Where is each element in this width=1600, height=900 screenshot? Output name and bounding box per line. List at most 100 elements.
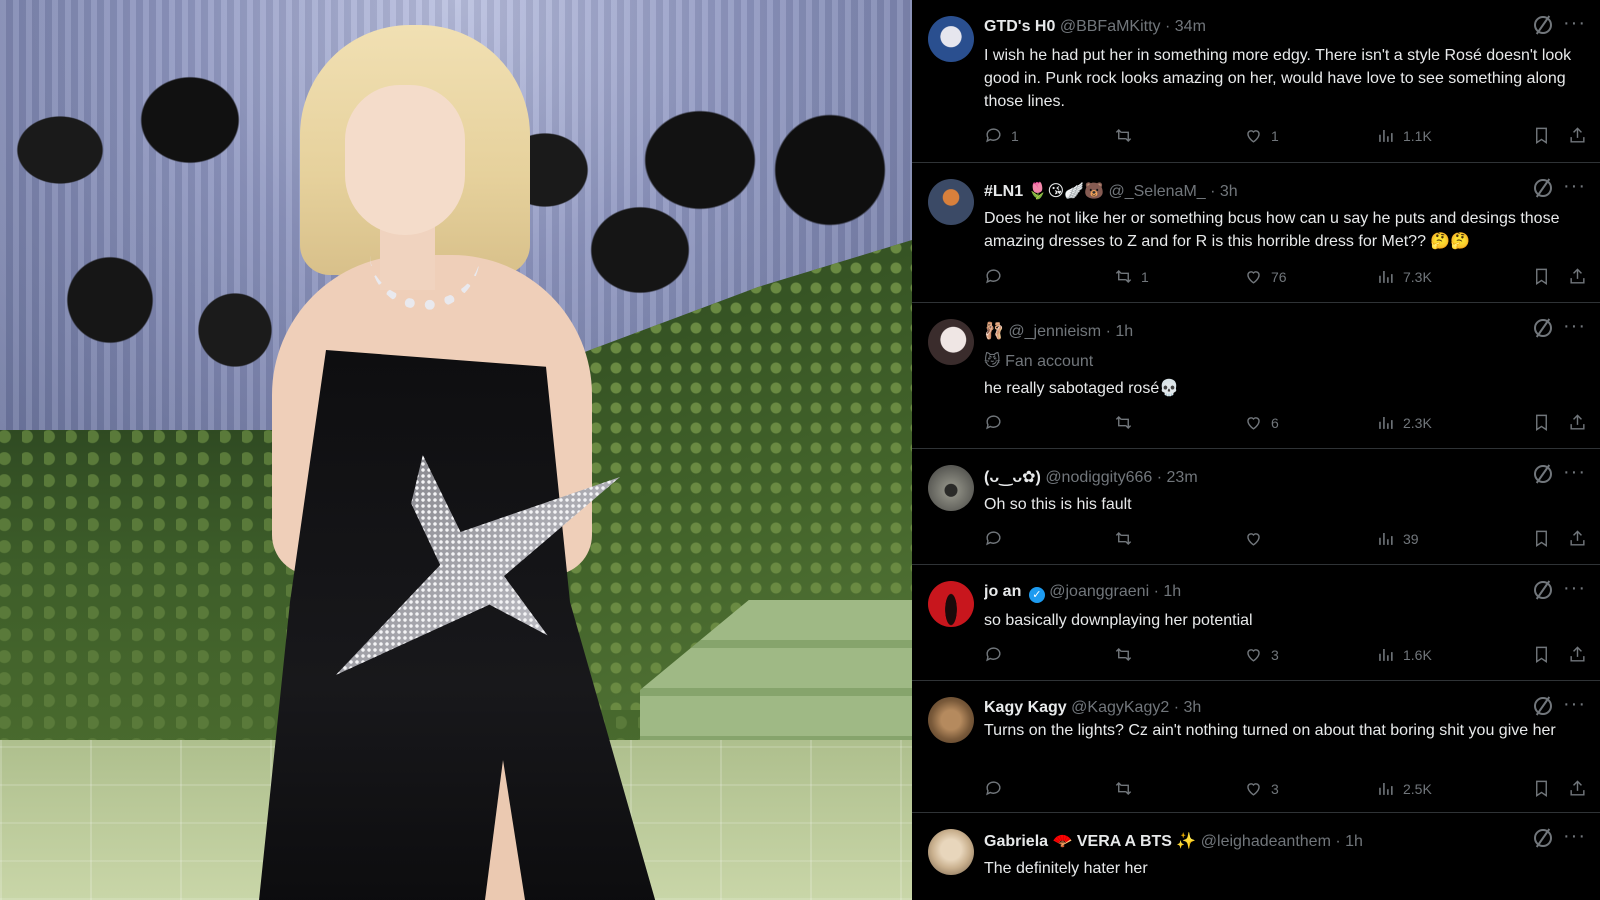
reply-button[interactable]: 1 <box>984 126 1019 145</box>
more-icon[interactable]: ··· <box>1563 175 1586 198</box>
like-button[interactable] <box>1244 529 1271 548</box>
verified-badge-icon: ✓ <box>1028 587 1045 603</box>
reply-icon <box>986 269 1001 284</box>
heart-icon <box>1247 533 1260 546</box>
like-button[interactable]: 3 <box>1244 645 1279 664</box>
views-button[interactable]: 1.6K <box>1376 645 1432 664</box>
timestamp[interactable]: 3h <box>1183 699 1201 716</box>
grok-icon[interactable] <box>1534 465 1552 483</box>
display-name[interactable]: 🩰 <box>984 323 1004 340</box>
views-icon <box>1379 648 1393 661</box>
like-count: 3 <box>1271 780 1279 797</box>
more-icon[interactable]: ··· <box>1563 825 1586 848</box>
views-button[interactable]: 1.1K <box>1376 126 1432 145</box>
handle[interactable]: @leighadeanthem <box>1201 833 1331 850</box>
reply-tweet[interactable]: Gabriela 🪭 VERA A BTS ✨ @leighadeanthem … <box>912 812 1600 900</box>
heart-icon <box>1247 649 1260 662</box>
more-icon[interactable]: ··· <box>1563 577 1586 600</box>
bookmark-button[interactable] <box>1532 645 1551 664</box>
avatar[interactable] <box>928 697 974 743</box>
reply-tweet[interactable]: 🩰 @_jennieism · 1h ··· 😼 Fan account he … <box>912 302 1600 448</box>
like-button[interactable]: 1 <box>1244 126 1279 145</box>
share-button[interactable] <box>1568 645 1587 664</box>
bookmark-button[interactable] <box>1532 779 1551 798</box>
avatar[interactable] <box>928 16 974 62</box>
handle[interactable]: @_SelenaM_ <box>1108 183 1205 200</box>
reply-tweet[interactable]: (ᴗ‿ᴗ✿) @nodiggity666 · 23m ··· Oh so thi… <box>912 448 1600 564</box>
reply-tweet[interactable]: GTD's H0 @BBFaMKitty · 34m ··· I wish he… <box>912 0 1600 162</box>
avatar[interactable] <box>928 465 974 511</box>
bookmark-button[interactable] <box>1532 126 1551 145</box>
more-icon[interactable]: ··· <box>1563 461 1586 484</box>
reply-tweet[interactable]: #LN1 🌷😘🪽🐻 @_SelenaM_ · 3h ··· Does he no… <box>912 162 1600 302</box>
tweet-header: jo an ✓ @joanggraeni · 1h <box>984 583 1540 605</box>
share-button[interactable] <box>1568 413 1587 432</box>
more-icon[interactable]: ··· <box>1563 315 1586 338</box>
share-button[interactable] <box>1568 267 1587 286</box>
grok-icon[interactable] <box>1534 581 1552 599</box>
reply-button[interactable] <box>984 779 1011 798</box>
handle[interactable]: @nodiggity666 <box>1045 469 1152 486</box>
more-icon[interactable]: ··· <box>1563 693 1586 716</box>
handle[interactable]: @_jennieism <box>1008 323 1101 340</box>
grok-icon[interactable] <box>1534 697 1552 715</box>
handle[interactable]: @BBFaMKitty <box>1060 18 1161 35</box>
display-name[interactable]: Gabriela 🪭 VERA A BTS ✨ <box>984 833 1196 850</box>
grok-icon[interactable] <box>1534 16 1552 34</box>
display-name[interactable]: GTD's H0 <box>984 18 1055 35</box>
repost-count: 1 <box>1141 268 1149 285</box>
reply-button[interactable] <box>984 529 1011 548</box>
repost-button[interactable]: 1 <box>1114 267 1149 286</box>
handle[interactable]: @joanggraeni <box>1049 583 1149 600</box>
avatar[interactable] <box>928 829 974 875</box>
like-button[interactable]: 6 <box>1244 413 1279 432</box>
timestamp[interactable]: 1h <box>1345 833 1363 850</box>
grok-icon[interactable] <box>1534 829 1552 847</box>
grok-icon[interactable] <box>1534 319 1552 337</box>
avatar[interactable] <box>928 581 974 627</box>
bookmark-button[interactable] <box>1532 267 1551 286</box>
figure-face <box>345 85 465 235</box>
timestamp[interactable]: 1h <box>1163 583 1181 600</box>
display-name[interactable]: #LN1 <box>984 183 1023 200</box>
repost-button[interactable] <box>1114 645 1141 664</box>
reply-button[interactable] <box>984 645 1011 664</box>
avatar[interactable] <box>928 179 974 225</box>
like-button[interactable]: 3 <box>1244 779 1279 798</box>
repost-button[interactable] <box>1114 779 1141 798</box>
display-name[interactable]: jo an <box>984 583 1021 600</box>
repost-button[interactable] <box>1114 413 1141 432</box>
timestamp[interactable]: 3h <box>1220 183 1238 200</box>
timestamp[interactable]: 34m <box>1175 18 1206 35</box>
separator-dot: · <box>1153 583 1159 600</box>
share-button[interactable] <box>1568 126 1587 145</box>
views-icon <box>1379 129 1393 142</box>
bookmark-button[interactable] <box>1532 413 1551 432</box>
views-button[interactable]: 2.5K <box>1376 779 1432 798</box>
action-bar: 39 <box>984 529 1588 551</box>
views-button[interactable]: 7.3K <box>1376 267 1432 286</box>
views-button[interactable]: 2.3K <box>1376 413 1432 432</box>
views-button[interactable]: 39 <box>1376 529 1419 548</box>
tweet-text: he really sabotaged rosé💀 <box>984 380 1180 397</box>
reply-button[interactable] <box>984 267 1011 286</box>
avatar[interactable] <box>928 319 974 365</box>
like-button[interactable]: 76 <box>1244 267 1287 286</box>
grok-icon[interactable] <box>1534 179 1552 197</box>
display-name[interactable]: (ᴗ‿ᴗ✿) <box>984 469 1041 486</box>
repost-button[interactable] <box>1114 126 1141 145</box>
reply-button[interactable] <box>984 413 1011 432</box>
reply-tweet[interactable]: Kagy Kagy @KagyKagy2 · 3h ··· Turns on t… <box>912 680 1600 812</box>
heart-icon <box>1247 783 1260 796</box>
handle[interactable]: @KagyKagy2 <box>1071 699 1169 716</box>
share-button[interactable] <box>1568 779 1587 798</box>
display-name[interactable]: Kagy Kagy <box>984 699 1067 716</box>
share-button[interactable] <box>1568 529 1587 548</box>
reply-tweet[interactable]: jo an ✓ @joanggraeni · 1h ··· so basical… <box>912 564 1600 680</box>
timestamp[interactable]: 1h <box>1115 323 1133 340</box>
more-icon[interactable]: ··· <box>1563 12 1586 35</box>
timestamp[interactable]: 23m <box>1167 469 1198 486</box>
bookmark-button[interactable] <box>1532 529 1551 548</box>
bookmark-icon <box>1536 646 1547 663</box>
repost-button[interactable] <box>1114 529 1141 548</box>
